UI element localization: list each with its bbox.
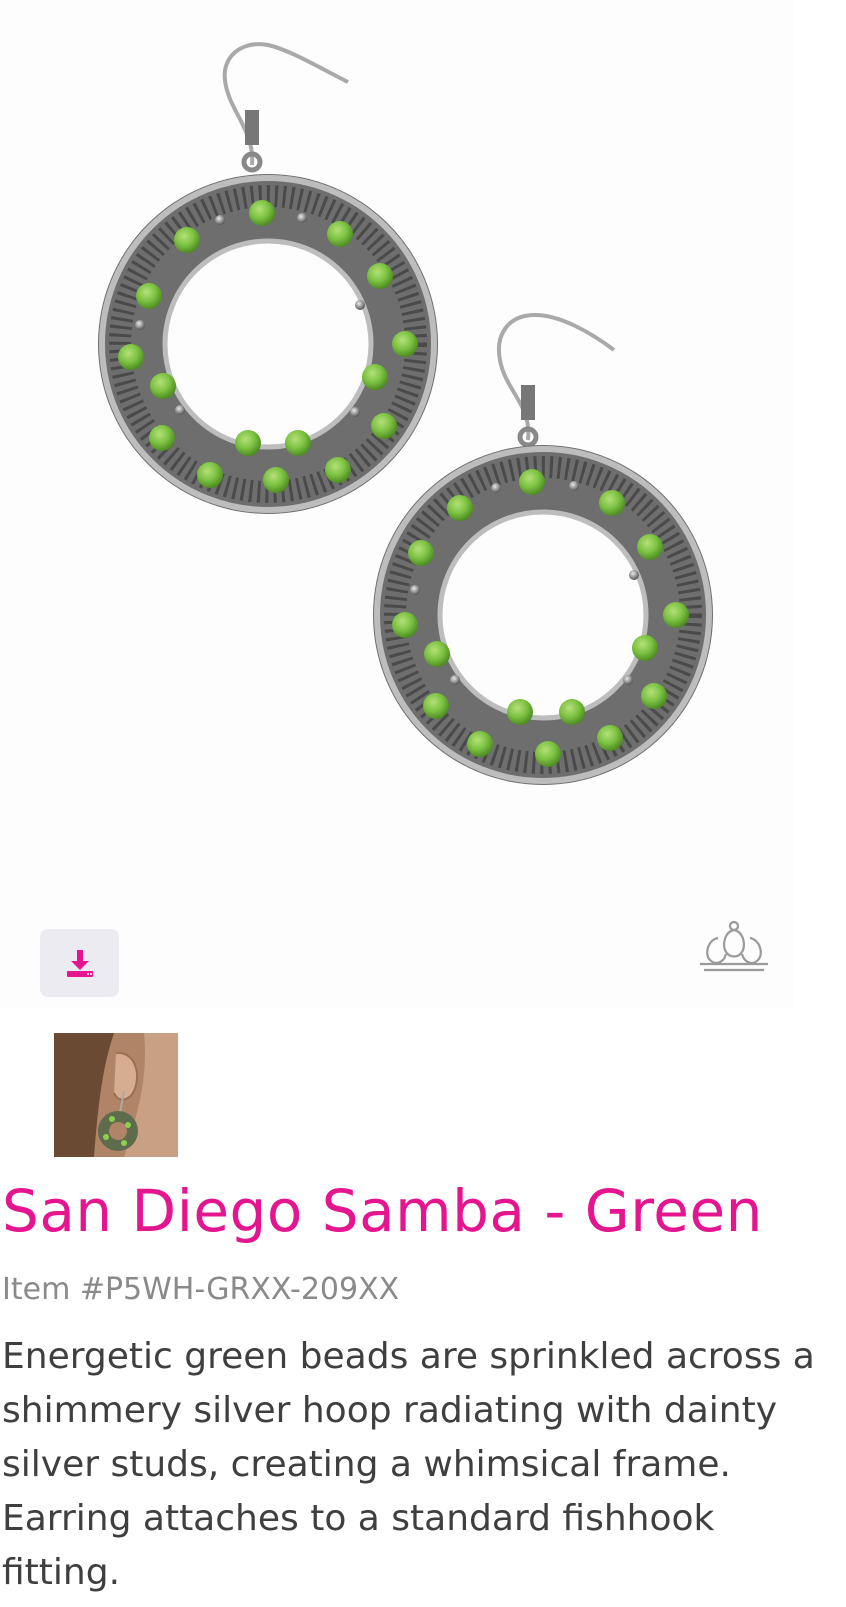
item-number: Item #P5WH-GRXX-209XX	[2, 1272, 400, 1307]
product-page: San Diego Samba - Green Item #P5WH-GRXX-…	[0, 0, 846, 1607]
earrings-photo	[98, 42, 713, 785]
thumbnail-image	[54, 1033, 178, 1157]
download-icon	[66, 950, 93, 977]
earring-hoop	[373, 445, 713, 785]
product-image[interactable]	[0, 0, 793, 1008]
crown-logo-icon	[700, 920, 768, 972]
product-description: Energetic green beads are sprinkled acro…	[2, 1336, 815, 1593]
earring-hook	[222, 42, 349, 173]
earring-hook	[496, 312, 616, 448]
earring-hoop	[98, 174, 438, 514]
product-thumbnail[interactable]	[54, 1033, 178, 1157]
product-title: San Diego Samba - Green	[2, 1177, 763, 1245]
download-button[interactable]	[40, 929, 119, 997]
